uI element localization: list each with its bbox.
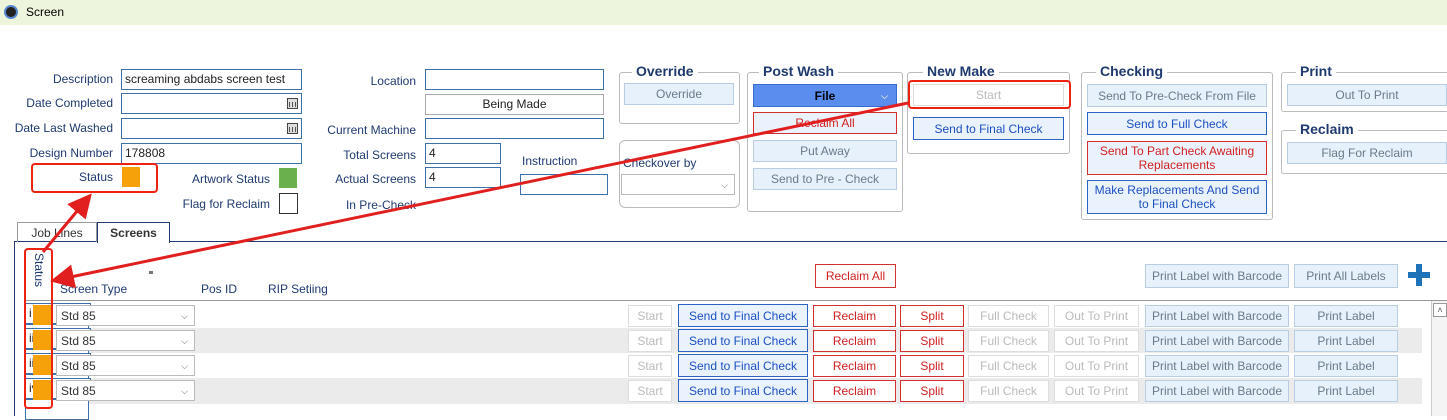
tab-screens[interactable]: Screens: [97, 222, 170, 243]
arrow-up-to-status: [41, 193, 92, 253]
arrow-start-to-status: [50, 101, 909, 289]
annotation-arrows: [41, 101, 909, 289]
